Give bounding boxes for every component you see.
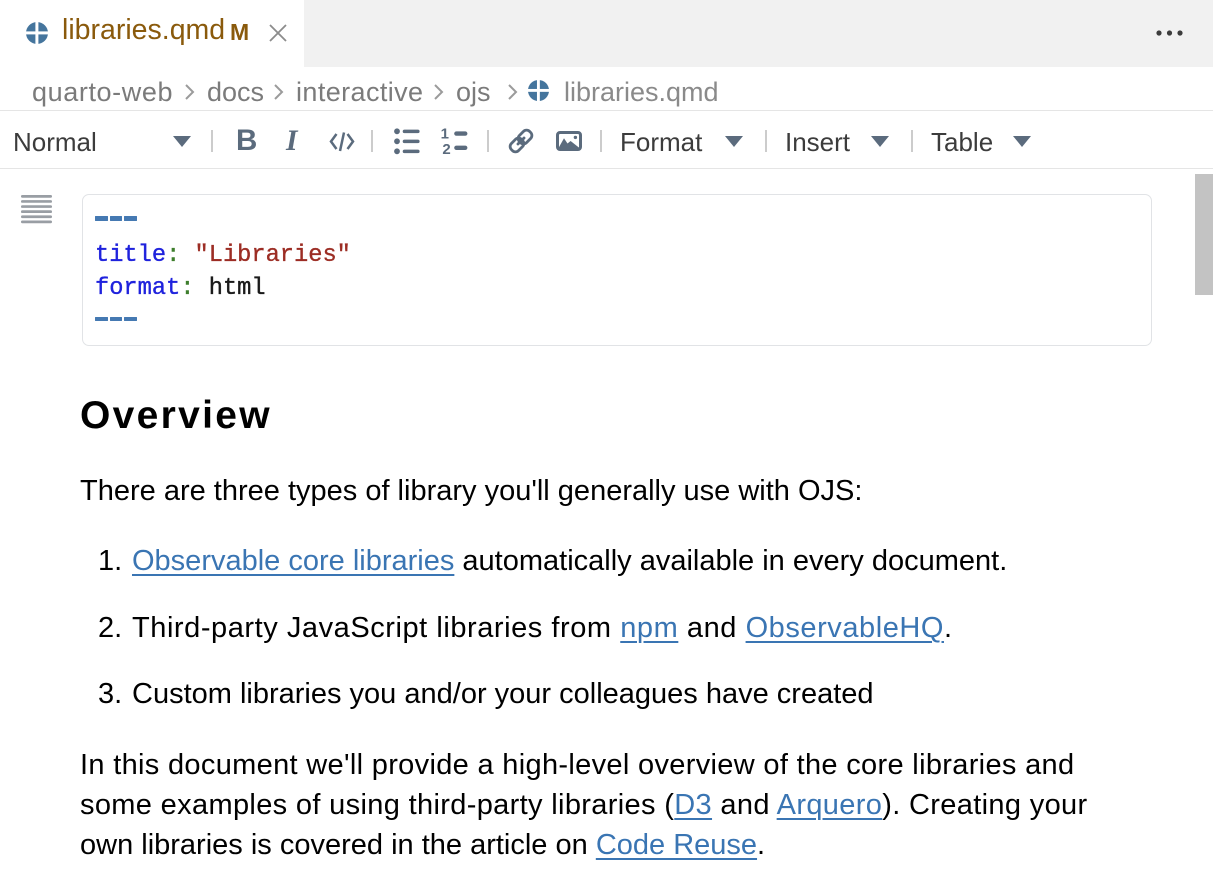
svg-text:2: 2 [442, 141, 450, 156]
